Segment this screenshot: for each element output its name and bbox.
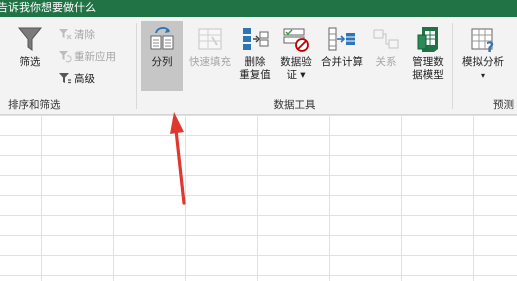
manage-data-model-button[interactable]: 管理数 据模型 bbox=[407, 21, 449, 91]
worksheet-grid[interactable] bbox=[0, 115, 517, 281]
filter-label: 筛选 bbox=[19, 56, 41, 68]
remove-duplicates-button[interactable]: 删除 重复值 bbox=[235, 21, 275, 91]
flash-fill-icon bbox=[198, 28, 222, 50]
consolidate-button[interactable]: 合并计算 bbox=[317, 21, 367, 91]
relationships-button[interactable]: 关系 bbox=[368, 21, 404, 91]
consolidate-label: 合并计算 bbox=[321, 56, 363, 68]
reapply-label: 重新应用 bbox=[74, 51, 116, 63]
manage-data-model-label-2: 据模型 bbox=[412, 69, 444, 81]
data-tools-group: 分列 快速填充 删除 重复值 数据验 证 ▾ 合并计算 关系 管理数 据模型 数… bbox=[137, 17, 452, 114]
advanced-label: 高级 bbox=[74, 73, 95, 85]
what-if-analysis-label: 模拟分析 bbox=[462, 56, 504, 68]
remove-duplicates-icon bbox=[243, 28, 269, 50]
forecast-group: ? 模拟分析 ▾ 预测 bbox=[453, 17, 517, 114]
what-if-analysis-button[interactable]: ? 模拟分析 ▾ bbox=[457, 21, 509, 91]
clear-button[interactable]: 清除 bbox=[58, 26, 95, 44]
flash-fill-label: 快速填充 bbox=[189, 56, 231, 68]
text-to-columns-icon bbox=[150, 27, 174, 50]
manage-data-model-label-1: 管理数 bbox=[412, 56, 444, 68]
advanced-button[interactable]: 高级 bbox=[58, 70, 95, 88]
consolidate-icon bbox=[328, 27, 355, 51]
clear-filter-icon bbox=[59, 29, 72, 40]
advanced-filter-icon bbox=[59, 73, 71, 84]
data-validation-label-2: 证 ▾ bbox=[286, 69, 306, 81]
forecast-group-label: 预测 bbox=[493, 99, 514, 111]
text-to-columns-button[interactable]: 分列 bbox=[141, 21, 183, 91]
tell-me-text: 告诉我你想要做什么 bbox=[0, 1, 96, 14]
reapply-icon bbox=[59, 51, 72, 63]
data-tools-group-label: 数据工具 bbox=[273, 99, 316, 111]
reapply-button[interactable]: 重新应用 bbox=[58, 48, 116, 66]
relationships-icon bbox=[373, 29, 399, 49]
data-validation-icon bbox=[283, 28, 309, 52]
clear-label: 清除 bbox=[74, 29, 95, 41]
sort-filter-group-label: 排序和筛选 bbox=[8, 99, 61, 111]
text-to-columns-label: 分列 bbox=[151, 56, 173, 68]
relationships-label: 关系 bbox=[375, 56, 397, 68]
sort-filter-group: 筛选 清除 重新应用 高级 排序和筛选 bbox=[0, 17, 136, 114]
funnel-icon bbox=[17, 27, 43, 51]
remove-duplicates-label-2: 重复值 bbox=[239, 69, 271, 81]
ribbon-data-tab: 筛选 清除 重新应用 高级 排序和筛选 分列 快速填充 删除 重复值 数据验 证… bbox=[0, 17, 517, 115]
what-if-dropdown-arrow: ▾ bbox=[480, 71, 485, 80]
data-model-icon bbox=[417, 27, 438, 52]
svg-text:?: ? bbox=[486, 40, 494, 53]
data-validation-label-1: 数据验 bbox=[280, 56, 312, 68]
data-validation-button[interactable]: 数据验 证 ▾ bbox=[276, 21, 316, 91]
remove-duplicates-label-1: 删除 bbox=[244, 56, 266, 68]
tell-me-bar[interactable]: 告诉我你想要做什么 bbox=[0, 0, 517, 17]
flash-fill-button[interactable]: 快速填充 bbox=[187, 21, 233, 91]
filter-button[interactable]: 筛选 bbox=[10, 21, 50, 91]
what-if-analysis-icon: ? bbox=[471, 28, 494, 53]
